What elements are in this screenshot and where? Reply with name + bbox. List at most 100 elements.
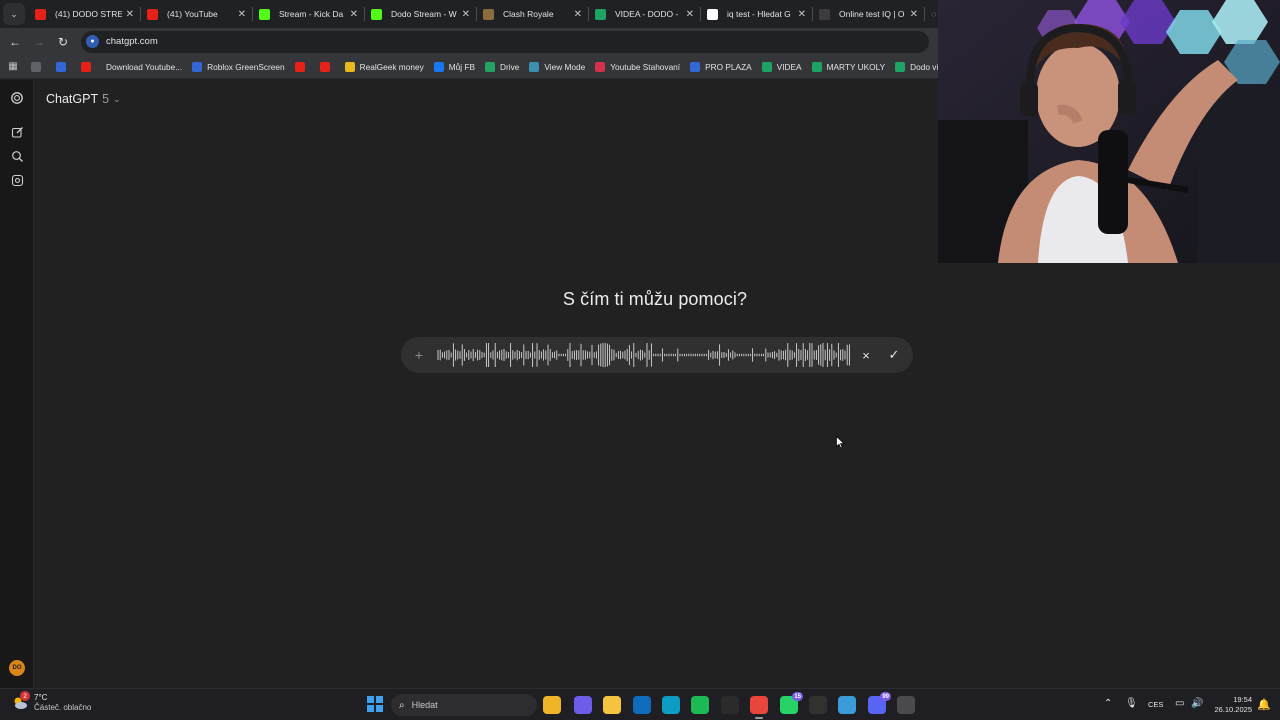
folder-icon[interactable] — [603, 696, 621, 714]
arrow-right-icon: → — [33, 34, 45, 49]
bookmark-item[interactable]: Drive — [480, 57, 524, 77]
tab-strip: ⌄ (41) DODO STREA ✕ (41) YouTube ✕ Stream - … — [0, 0, 938, 28]
bookmark-item[interactable]: PRO PLAZA — [685, 57, 757, 77]
page-title: S čím ti můžu pomoci? — [562, 289, 748, 309]
browser-tab[interactable]: (41) YouTube ✕ — [141, 0, 252, 28]
bookmark-item[interactable] — [51, 57, 76, 77]
close-tab-icon[interactable]: ✕ — [798, 9, 806, 20]
kick-icon — [371, 8, 382, 20]
bookmark-item[interactable]: RealGeek money — [340, 57, 429, 77]
browser-tab[interactable]: Clash Royale ✕ — [477, 0, 588, 28]
spotify-icon[interactable] — [691, 696, 709, 714]
bookmark-item[interactable] — [76, 57, 101, 77]
youtube-icon — [147, 8, 158, 20]
model-switcher[interactable]: ChatGPT 5 ⌄ — [46, 90, 121, 108]
close-tab-icon[interactable]: ✕ — [126, 9, 134, 20]
taskbar-search[interactable]: ⌕ Hledat — [391, 694, 537, 716]
close-tab-icon[interactable]: ✕ — [910, 9, 918, 20]
bookmark-item[interactable] — [26, 57, 51, 77]
apps-button[interactable]: ▦ — [0, 61, 26, 72]
tab-title: (41) DODO STREA — [55, 9, 122, 19]
openai-logo-icon[interactable] — [9, 90, 25, 106]
bookmark-item[interactable]: Youtube Stahovaní — [590, 57, 685, 77]
bookmark-item[interactable] — [315, 57, 340, 77]
browser-tab[interactable]: iq test - Hledat G ✕ — [701, 0, 812, 28]
close-tab-icon[interactable]: ✕ — [350, 9, 358, 20]
bookmark-item[interactable]: Můj FB — [429, 57, 480, 77]
network-icon[interactable]: ▭ — [1175, 698, 1184, 709]
avatar[interactable]: DO — [9, 660, 25, 676]
edge-icon[interactable] — [662, 696, 680, 714]
outlook-icon[interactable] — [633, 696, 651, 714]
capcut-icon[interactable] — [721, 696, 739, 714]
bookmark-label: RealGeek money — [359, 61, 424, 72]
new-chat-icon[interactable] — [9, 124, 25, 140]
reload-button[interactable]: ↻ — [51, 30, 75, 54]
plus-icon: + — [414, 347, 424, 363]
close-tab-icon[interactable]: ✕ — [238, 9, 246, 20]
discord-icon[interactable]: 99 — [868, 692, 891, 714]
weather-widget[interactable]: 2 7°C Částeč. oblačno — [12, 691, 91, 713]
bookmark-item[interactable]: Roblox GreenScreen — [187, 57, 289, 77]
language-indicator[interactable]: CES — [1148, 700, 1163, 709]
clock[interactable]: 19:54 26.10.2025 — [1210, 695, 1252, 715]
epic-games-icon[interactable] — [809, 696, 827, 714]
url-text: chatgpt.com — [106, 36, 158, 47]
tab-title: iq test - Hledat G — [727, 9, 791, 19]
microphone-icon[interactable]: 🎙 — [1125, 698, 1138, 709]
browser-tab[interactable]: (41) DODO STREA ✕ — [29, 0, 140, 28]
search-chats-icon[interactable] — [9, 148, 25, 164]
browser-tab[interactable]: Online test IQ | O ✕ — [813, 0, 924, 28]
clash-royale-icon — [483, 8, 494, 20]
youtube-icon — [294, 61, 305, 72]
bookmark-label: Roblox GreenScreen — [207, 61, 285, 72]
browser-tab[interactable]: VIDEA - DODO - ✕ — [589, 0, 700, 28]
bookmark-item[interactable]: Download Youtube... — [101, 57, 187, 77]
bookmark-label: PRO PLAZA — [705, 61, 752, 72]
close-tab-icon[interactable]: ✕ — [462, 9, 470, 20]
tab-overflow[interactable]: ◌ — [925, 9, 938, 19]
chrome-icon[interactable] — [750, 696, 768, 719]
youtube-icon — [35, 8, 46, 20]
bookmark-item[interactable]: VIDEA — [757, 57, 807, 77]
chatgpt-sidebar: DO — [0, 80, 34, 688]
copilot-icon[interactable] — [574, 696, 592, 714]
tab-title: Clash Royale — [503, 9, 554, 19]
bookmark-label: Youtube Stahovaní — [610, 61, 681, 72]
volume-icon[interactable]: 🔊 — [1191, 698, 1203, 709]
forward-button[interactable]: → — [27, 30, 51, 54]
f-app-icon[interactable] — [838, 696, 856, 714]
roblox-icon — [192, 61, 203, 72]
search-placeholder: Hledat — [411, 700, 438, 710]
back-button[interactable]: ← — [3, 30, 27, 54]
roblox-icon — [56, 61, 66, 72]
tab-search-button[interactable]: ⌄ — [3, 3, 25, 25]
close-tab-icon[interactable]: ✕ — [686, 9, 694, 20]
file-explorer-icon[interactable] — [543, 696, 561, 714]
bookmark-item[interactable] — [290, 57, 315, 77]
browser-tab[interactable]: Dodo Stream - W ✕ — [365, 0, 476, 28]
add-attachment-button[interactable]: + — [407, 347, 431, 363]
bookmark-label: Můj FB — [448, 61, 475, 72]
weather-cloud-icon: 2 — [12, 691, 30, 711]
arrow-left-icon: ← — [9, 34, 21, 49]
close-tab-icon[interactable]: ✕ — [574, 9, 582, 20]
browser-tab[interactable]: Stream - Kick Da ✕ — [253, 0, 364, 28]
loading-icon — [819, 8, 830, 20]
whatsapp-icon[interactable]: 15 — [780, 692, 803, 714]
weather-temperature: 7°C — [34, 693, 48, 702]
bookmark-label: Download Youtube... — [106, 61, 183, 72]
calculator-icon[interactable] — [897, 696, 915, 714]
bookmark-item[interactable]: MARTY UKOLY — [807, 57, 891, 77]
address-bar[interactable]: ● chatgpt.com — [81, 30, 929, 53]
start-button[interactable] — [367, 696, 383, 712]
confirm-dictation-button[interactable]: ✓ — [880, 341, 908, 369]
chevron-up-icon[interactable]: ⌃ — [1104, 698, 1112, 709]
notification-bell-icon[interactable]: 🔔 — [1257, 698, 1271, 711]
model-name: ChatGPT — [46, 92, 99, 106]
library-icon[interactable] — [9, 172, 25, 188]
bookmark-item[interactable]: Dodo videa — [890, 57, 938, 77]
cancel-dictation-button[interactable]: × — [852, 341, 880, 369]
tab-title: Stream - Kick Da — [279, 9, 344, 19]
bookmark-item[interactable]: View Mode — [524, 57, 590, 77]
